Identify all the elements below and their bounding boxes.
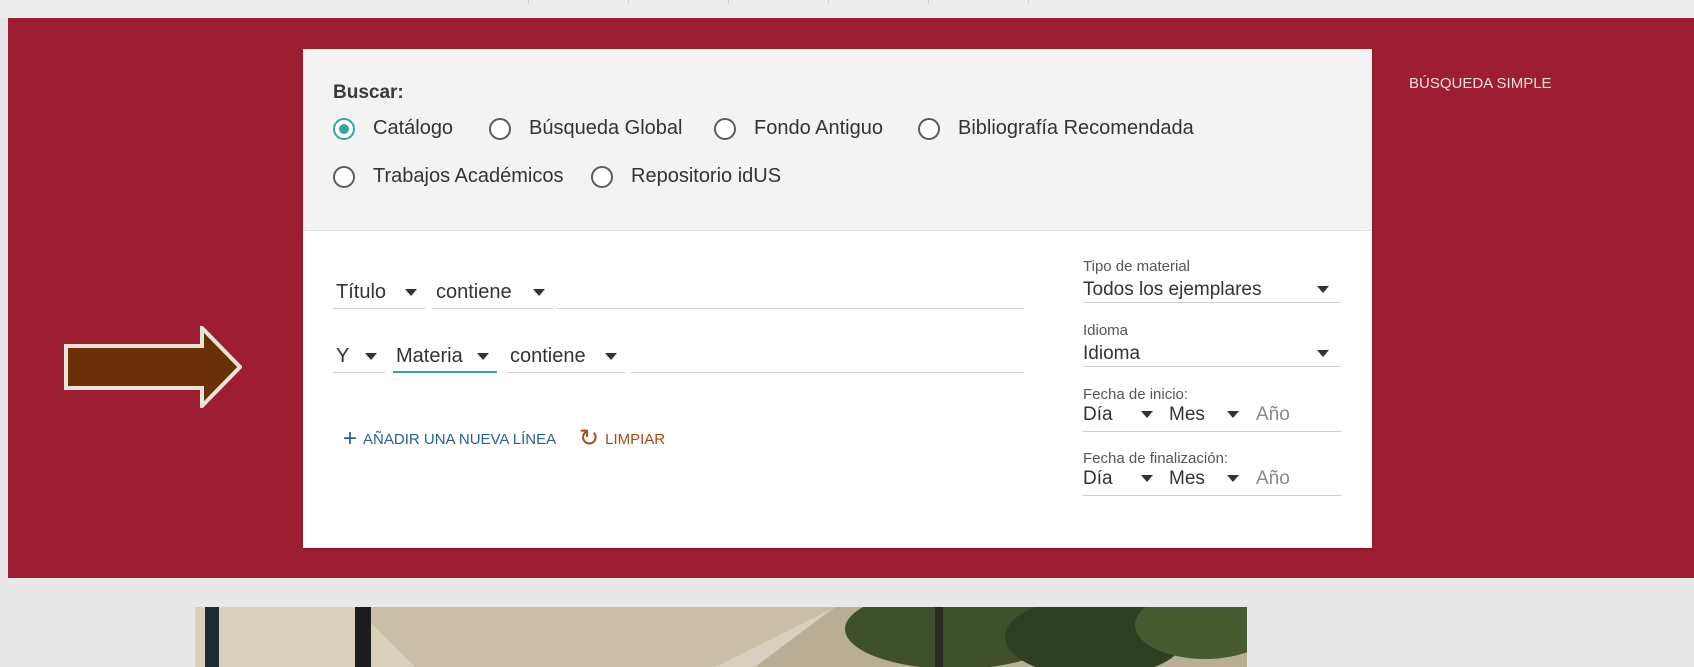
start-month-select[interactable]: Mes xyxy=(1169,404,1239,426)
radio-label: Fondo Antiguo xyxy=(754,117,883,139)
radio-circle-icon xyxy=(591,165,613,188)
language-select[interactable]: Idioma xyxy=(1083,339,1341,367)
caret-down-icon xyxy=(1140,411,1153,419)
material-type-value: Todos los ejemplares xyxy=(1083,279,1262,300)
caret-down-icon xyxy=(605,353,617,360)
end-month-select[interactable]: Mes xyxy=(1169,468,1239,490)
campus-photo xyxy=(195,607,1247,667)
operator-select-2[interactable]: contiene xyxy=(507,341,625,373)
start-month-value: Mes xyxy=(1169,404,1205,425)
scope-label: Buscar: xyxy=(333,82,404,103)
caret-down-icon xyxy=(533,289,545,296)
tab-divider xyxy=(928,0,929,4)
start-date-group: Día Mes Año xyxy=(1083,402,1341,432)
language-value: Idioma xyxy=(1083,343,1141,364)
radio-fondo-antiguo[interactable]: Fondo Antiguo xyxy=(714,117,883,140)
field-select-value: Título xyxy=(336,281,387,303)
start-year-input[interactable]: Año xyxy=(1256,404,1290,426)
radio-label: Repositorio idUS xyxy=(631,165,782,187)
start-date-label: Fecha de inicio: xyxy=(1083,386,1189,403)
end-month-value: Mes xyxy=(1169,468,1205,489)
end-day-select[interactable]: Día xyxy=(1083,468,1153,490)
clear-button[interactable]: ↻ LIMPIAR xyxy=(579,427,665,451)
search-input[interactable] xyxy=(557,277,1023,308)
radio-catalogo[interactable]: Catálogo xyxy=(333,117,453,140)
radio-label: Trabajos Académicos xyxy=(373,165,564,187)
radio-repositorio-idus[interactable]: Repositorio idUS xyxy=(591,165,781,188)
field-select-1[interactable]: Título xyxy=(333,277,425,309)
arrow-right-icon xyxy=(64,326,242,408)
search-term-input-2[interactable] xyxy=(631,341,1023,373)
tab-divider xyxy=(828,0,829,4)
plus-icon: + xyxy=(343,425,358,452)
radio-trabajos-academicos[interactable]: Trabajos Académicos xyxy=(333,165,563,188)
tab-divider xyxy=(528,0,529,4)
caret-down-icon xyxy=(405,289,417,296)
tab-divider xyxy=(1028,0,1029,4)
radio-circle-icon xyxy=(918,117,940,140)
end-day-value: Día xyxy=(1083,468,1113,489)
add-line-button[interactable]: + AÑADIR UNA NUEVA LÍNEA xyxy=(343,427,556,451)
caret-down-icon xyxy=(1226,475,1239,483)
operator-select-value: contiene xyxy=(436,281,512,303)
language-label: Idioma xyxy=(1083,322,1129,339)
caret-down-icon xyxy=(1317,350,1329,357)
search-scope-section: Buscar: Catálogo Búsqueda Global Fondo A… xyxy=(303,49,1372,231)
refresh-icon: ↻ xyxy=(579,425,600,452)
radio-label: Catálogo xyxy=(373,117,454,139)
radio-busqueda-global[interactable]: Búsqueda Global xyxy=(489,117,682,140)
caret-down-icon xyxy=(1226,411,1239,419)
start-day-select[interactable]: Día xyxy=(1083,404,1153,426)
boolean-select-value: Y xyxy=(336,345,350,367)
clear-label: LIMPIAR xyxy=(605,430,666,448)
radio-label: Bibliografía Recomendada xyxy=(958,117,1194,139)
caret-down-icon xyxy=(1317,286,1329,293)
tab-divider xyxy=(628,0,629,4)
radio-circle-icon xyxy=(333,165,355,188)
radio-circle-icon xyxy=(714,117,736,140)
tab-divider xyxy=(728,0,729,4)
start-day-value: Día xyxy=(1083,404,1113,425)
caret-down-icon xyxy=(365,353,377,360)
end-date-group: Día Mes Año xyxy=(1083,466,1341,496)
advanced-search-panel: Buscar: Catálogo Búsqueda Global Fondo A… xyxy=(303,49,1372,548)
field-select-2[interactable]: Materia xyxy=(393,341,497,373)
add-line-label: AÑADIR UNA NUEVA LÍNEA xyxy=(363,430,557,448)
radio-circle-icon xyxy=(333,117,355,140)
radio-circle-icon xyxy=(489,117,511,140)
top-bar xyxy=(0,0,1694,18)
material-type-label: Tipo de material xyxy=(1083,258,1190,275)
caret-down-icon xyxy=(477,353,489,360)
end-year-input[interactable]: Año xyxy=(1256,468,1290,490)
operator-select-1[interactable]: contiene xyxy=(433,277,553,309)
simple-search-link[interactable]: BÚSQUEDA SIMPLE xyxy=(1409,75,1552,92)
photo-image xyxy=(195,607,1247,667)
boolean-select-2[interactable]: Y xyxy=(333,341,385,373)
material-type-select[interactable]: Todos los ejemplares xyxy=(1083,275,1341,303)
search-input[interactable] xyxy=(631,341,1023,372)
field-select-value: Materia xyxy=(396,344,463,367)
search-term-input-1[interactable] xyxy=(557,277,1023,309)
radio-label: Búsqueda Global xyxy=(529,117,683,139)
radio-bibliografia-recomendada[interactable]: Bibliografía Recomendada xyxy=(918,117,1194,140)
end-date-label: Fecha de finalización: xyxy=(1083,450,1229,467)
operator-select-value: contiene xyxy=(510,345,586,367)
caret-down-icon xyxy=(1140,475,1153,483)
